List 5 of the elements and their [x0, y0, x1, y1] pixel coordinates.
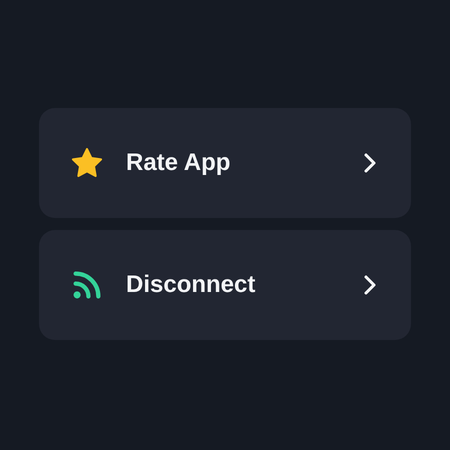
chevron-right-icon — [363, 274, 377, 296]
chevron-right-icon — [363, 152, 377, 174]
star-icon — [70, 147, 104, 179]
menu-item[interactable]: Disconnect — [39, 230, 411, 340]
menu-item[interactable]: Rate App — [39, 108, 411, 218]
